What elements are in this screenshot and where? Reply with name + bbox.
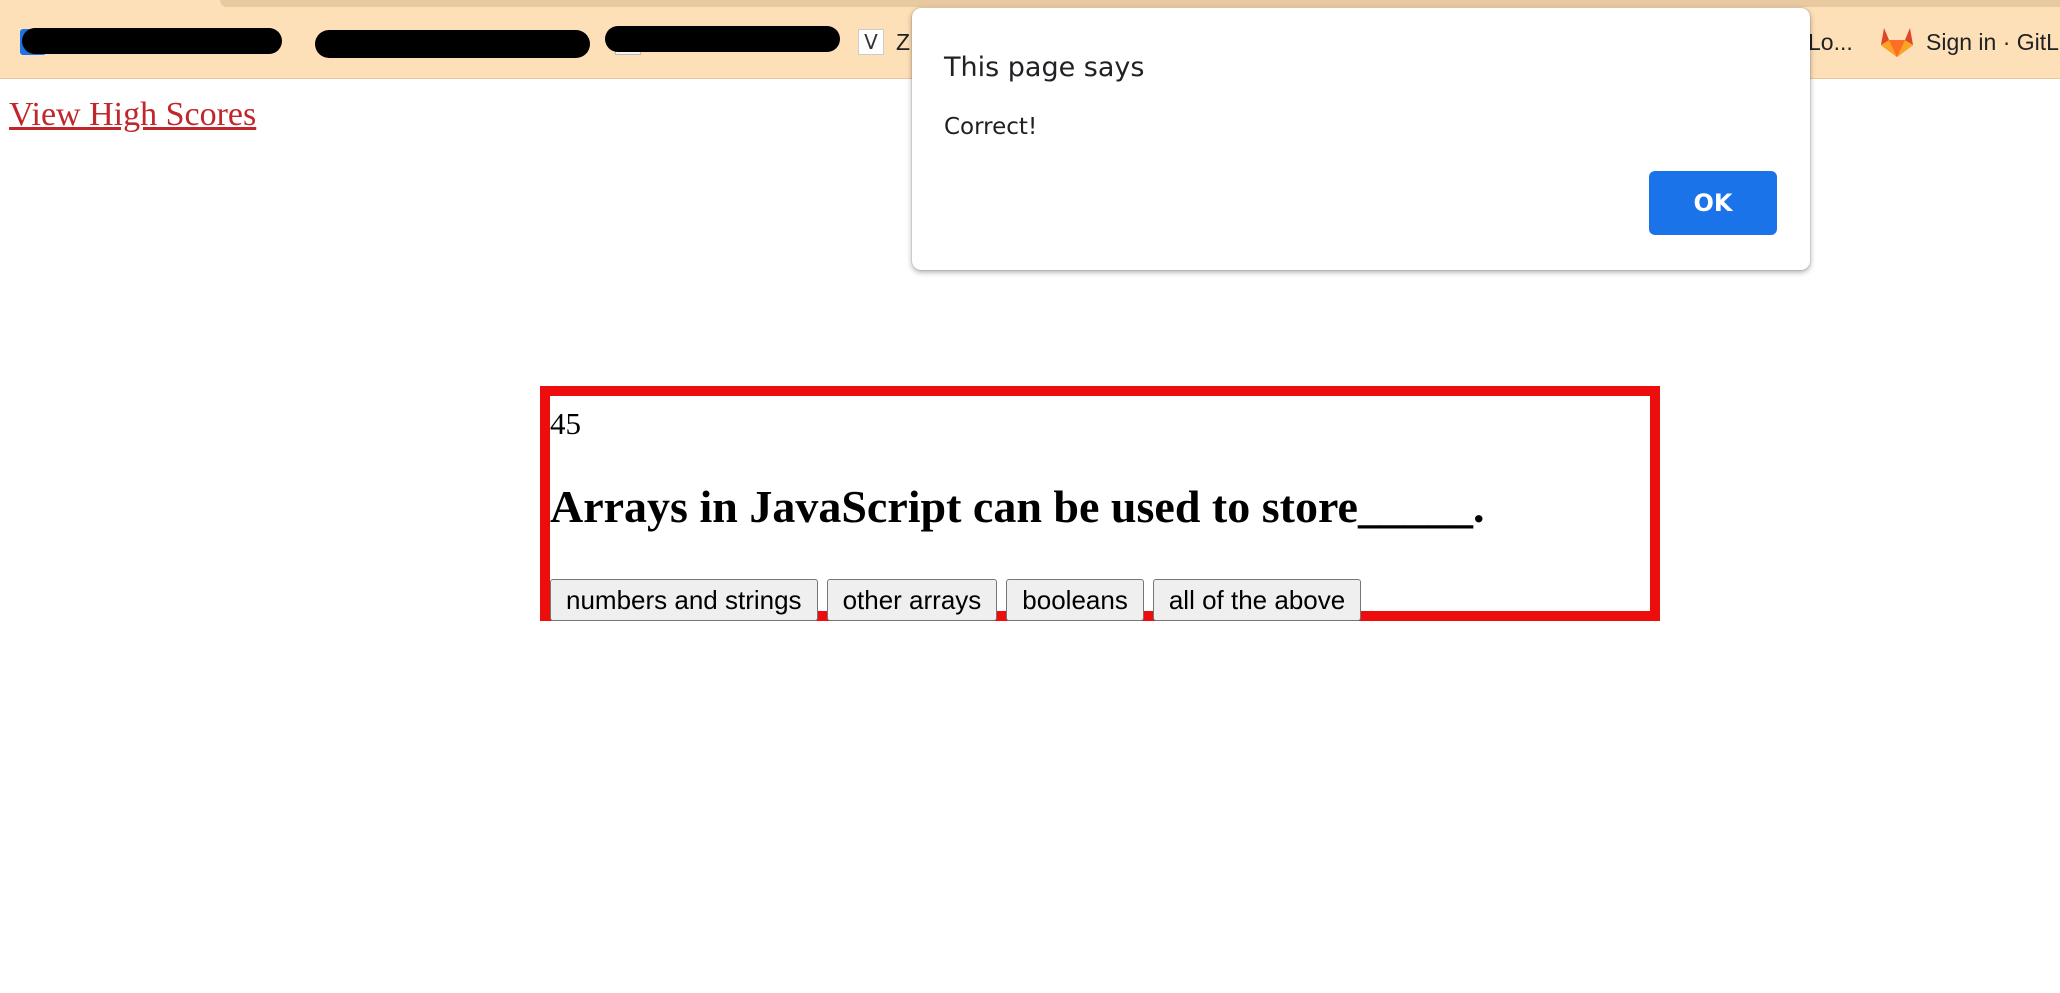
bookmark-item-partial[interactable]: Lo... xyxy=(1808,22,1853,62)
tab-strip-edge xyxy=(220,0,2060,7)
view-high-scores-link[interactable]: View High Scores xyxy=(9,96,256,134)
answer-button[interactable]: numbers and strings xyxy=(550,579,818,621)
alert-dialog: This page says Correct! OK xyxy=(912,8,1810,270)
redaction-mark xyxy=(22,28,282,54)
bookmark-item-gitlab[interactable]: Sign in · GitL xyxy=(1880,22,2059,62)
ok-button[interactable]: OK xyxy=(1649,171,1777,235)
alert-message: Correct! xyxy=(944,114,1038,140)
bookmark-label: Lo... xyxy=(1808,28,1853,55)
redaction-mark xyxy=(605,26,840,52)
quiz-container: 45 Arrays in JavaScript can be used to s… xyxy=(540,386,1660,621)
answer-button[interactable]: booleans xyxy=(1006,579,1144,621)
alert-title: This page says xyxy=(944,52,1145,83)
bookmark-item-v[interactable]: V Z xyxy=(858,22,910,62)
answer-button[interactable]: all of the above xyxy=(1152,579,1362,621)
answer-button[interactable]: other arrays xyxy=(826,579,998,621)
bookmark-label: Sign in · GitL xyxy=(1926,28,2059,55)
gitlab-icon xyxy=(1880,26,1914,58)
bookmark-label: Z xyxy=(896,28,911,55)
v-logo-icon: V xyxy=(858,29,884,55)
question-text: Arrays in JavaScript can be used to stor… xyxy=(550,481,1485,532)
answer-list: numbers and strings other arrays boolean… xyxy=(550,579,1362,621)
redaction-mark xyxy=(315,30,590,58)
timer-value: 45 xyxy=(550,406,581,441)
